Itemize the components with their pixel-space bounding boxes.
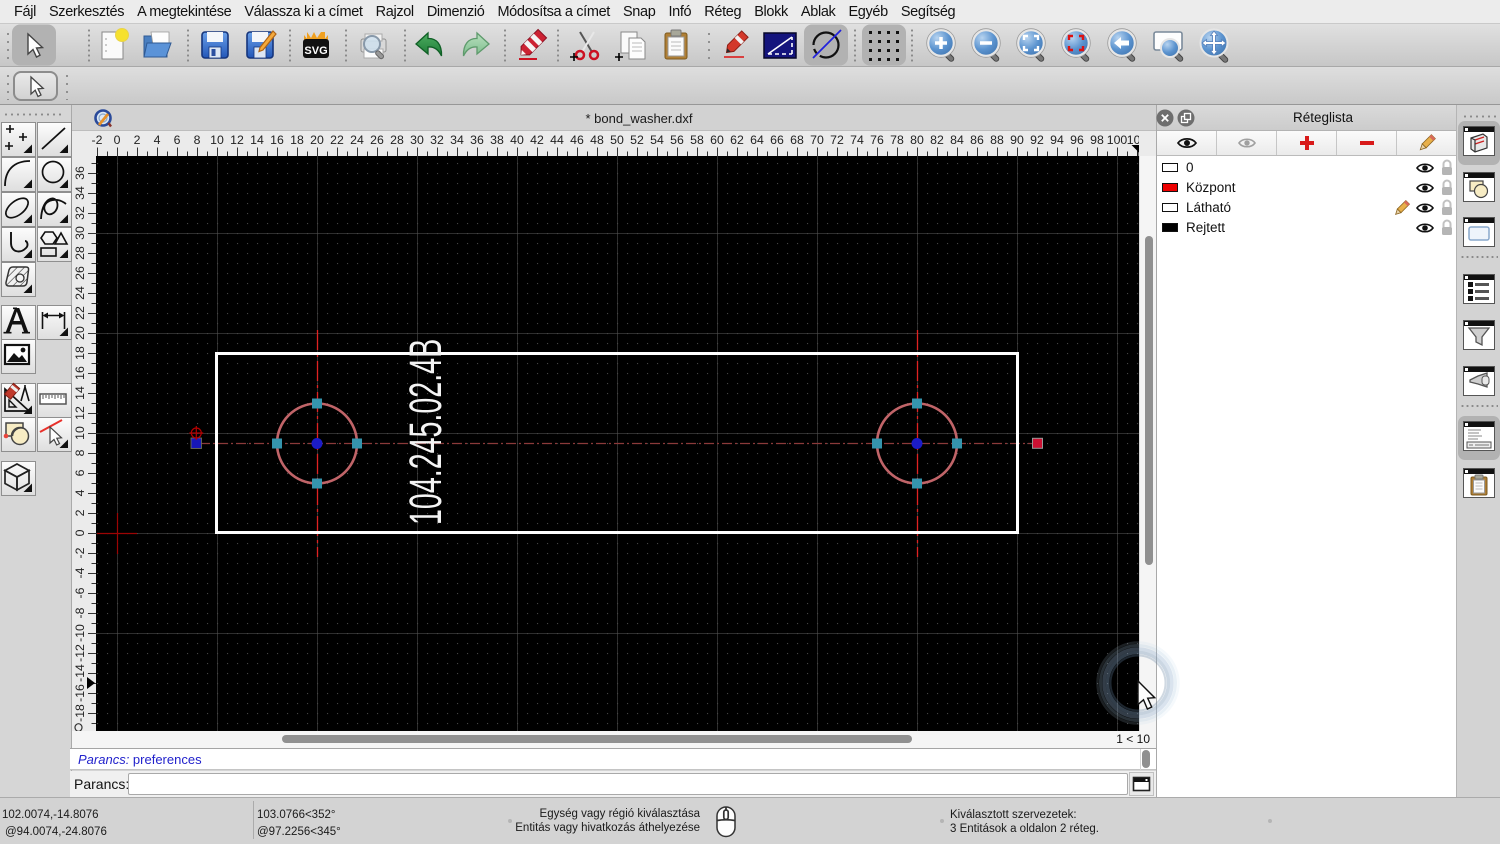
svg-text:104.245.02.4B: 104.245.02.4B (400, 339, 450, 525)
svg-text:74: 74 (850, 133, 864, 147)
svg-text:56: 56 (670, 133, 684, 147)
svg-text:20: 20 (73, 326, 87, 340)
svg-text:98: 98 (1090, 133, 1104, 147)
svg-text:52: 52 (630, 133, 644, 147)
svg-text:4: 4 (154, 133, 161, 147)
svg-text:102: 102 (1127, 133, 1139, 147)
svg-text:28: 28 (73, 246, 87, 260)
svg-text:44: 44 (550, 133, 564, 147)
svg-text:64: 64 (750, 133, 764, 147)
svg-text:42: 42 (530, 133, 544, 147)
svg-text:-10: -10 (73, 624, 87, 642)
svg-text:12: 12 (73, 406, 87, 420)
svg-text:20: 20 (310, 133, 324, 147)
svg-text:-2: -2 (73, 547, 87, 558)
svg-text:100: 100 (1107, 133, 1128, 147)
svg-text:8: 8 (194, 133, 201, 147)
svg-text:6: 6 (73, 469, 87, 476)
svg-text:10: 10 (210, 133, 224, 147)
svg-text:-6: -6 (73, 587, 87, 598)
svg-text:34: 34 (450, 133, 464, 147)
svg-text:84: 84 (950, 133, 964, 147)
svg-text:36: 36 (73, 166, 87, 180)
svg-text:16: 16 (73, 366, 87, 380)
svg-text:4: 4 (73, 489, 87, 496)
svg-text:70: 70 (810, 133, 824, 147)
svg-text:32: 32 (73, 206, 87, 220)
svg-text:76: 76 (870, 133, 884, 147)
svg-text:26: 26 (370, 133, 384, 147)
svg-text:0: 0 (114, 133, 121, 147)
svg-text:24: 24 (73, 286, 87, 300)
svg-text:88: 88 (990, 133, 1004, 147)
svg-text:-4: -4 (73, 567, 87, 578)
svg-text:62: 62 (730, 133, 744, 147)
svg-text:96: 96 (1070, 133, 1084, 147)
svg-text:68: 68 (790, 133, 804, 147)
svg-text:92: 92 (1030, 133, 1044, 147)
svg-text:2: 2 (73, 509, 87, 516)
svg-text:78: 78 (890, 133, 904, 147)
svg-text:22: 22 (73, 306, 87, 320)
svg-text:28: 28 (390, 133, 404, 147)
svg-text:36: 36 (470, 133, 484, 147)
svg-text:18: 18 (73, 346, 87, 360)
svg-text:14: 14 (250, 133, 264, 147)
svg-text:54: 54 (650, 133, 664, 147)
svg-text:18: 18 (290, 133, 304, 147)
svg-text:26: 26 (73, 266, 87, 280)
svg-text:-8: -8 (73, 607, 87, 618)
svg-text:-2: -2 (92, 133, 103, 147)
svg-text:86: 86 (970, 133, 984, 147)
svg-text:30: 30 (73, 226, 87, 240)
svg-text:22: 22 (330, 133, 344, 147)
svg-text:46: 46 (570, 133, 584, 147)
svg-text:-18: -18 (73, 704, 87, 722)
svg-text:SVG: SVG (304, 45, 327, 57)
svg-text:12: 12 (230, 133, 244, 147)
svg-text:34: 34 (73, 186, 87, 200)
svg-text:30: 30 (410, 133, 424, 147)
svg-text:90: 90 (1010, 133, 1024, 147)
svg-text:38: 38 (490, 133, 504, 147)
svg-text:0: 0 (73, 529, 87, 536)
svg-text:-12: -12 (73, 644, 87, 662)
svg-text:94: 94 (1050, 133, 1064, 147)
svg-text:-16: -16 (73, 684, 87, 702)
svg-text:16: 16 (270, 133, 284, 147)
svg-text:82: 82 (930, 133, 944, 147)
svg-text:10: 10 (73, 426, 87, 440)
svg-text:2: 2 (134, 133, 141, 147)
svg-text:50: 50 (610, 133, 624, 147)
svg-text:80: 80 (910, 133, 924, 147)
svg-text:72: 72 (830, 133, 844, 147)
svg-text:40: 40 (510, 133, 524, 147)
svg-text:8: 8 (73, 449, 87, 456)
svg-text:32: 32 (430, 133, 444, 147)
svg-text:6: 6 (174, 133, 181, 147)
svg-text:-14: -14 (73, 664, 87, 682)
svg-text:66: 66 (770, 133, 784, 147)
svg-text:14: 14 (73, 386, 87, 400)
svg-text:60: 60 (710, 133, 724, 147)
svg-text:58: 58 (690, 133, 704, 147)
svg-text:24: 24 (350, 133, 364, 147)
svg-text:48: 48 (590, 133, 604, 147)
